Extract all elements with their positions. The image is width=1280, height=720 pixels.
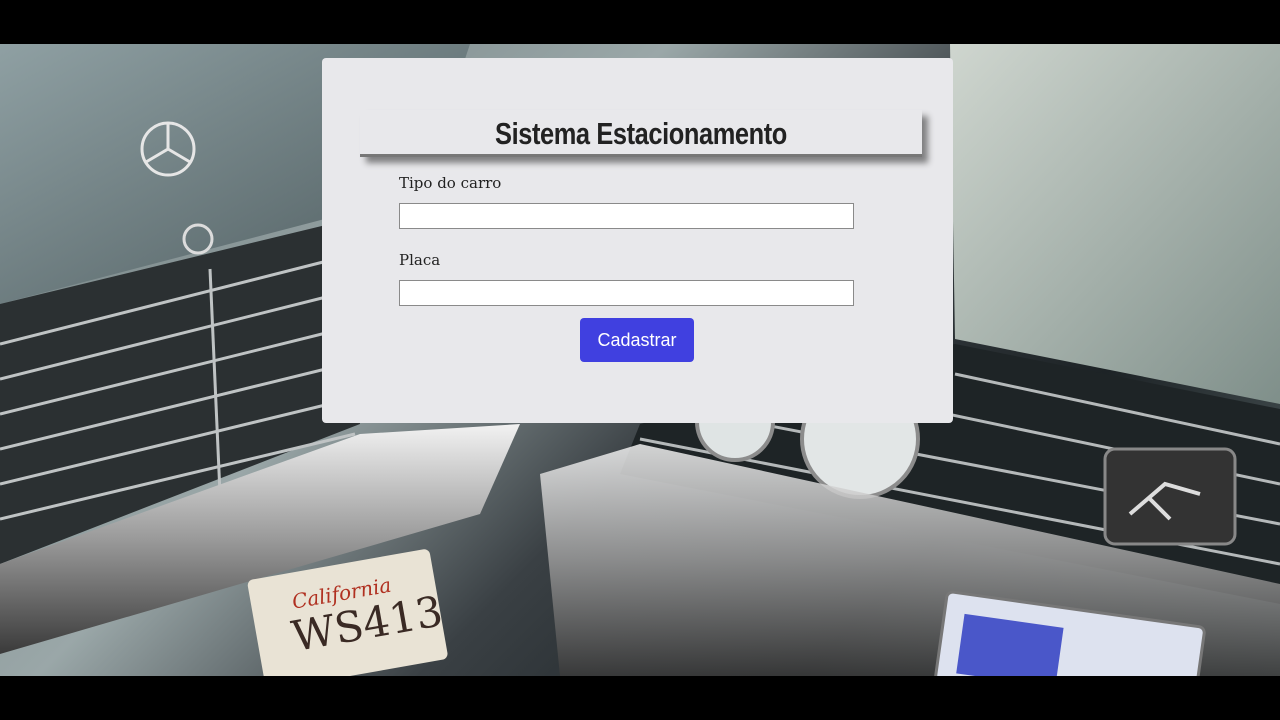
plate-input[interactable]	[399, 280, 854, 306]
title-bar: Sistema Estacionamento	[360, 110, 922, 157]
car-type-label: Tipo do carro	[399, 174, 502, 192]
register-button[interactable]: Cadastrar	[580, 318, 694, 362]
plate-label: Placa	[399, 251, 441, 269]
letterbox-top	[0, 0, 1280, 44]
page-title: Sistema Estacionamento	[495, 116, 787, 151]
registration-card: Sistema Estacionamento Tipo do carro Pla…	[322, 58, 953, 423]
letterbox-bottom	[0, 676, 1280, 720]
car-type-input[interactable]	[399, 203, 854, 229]
